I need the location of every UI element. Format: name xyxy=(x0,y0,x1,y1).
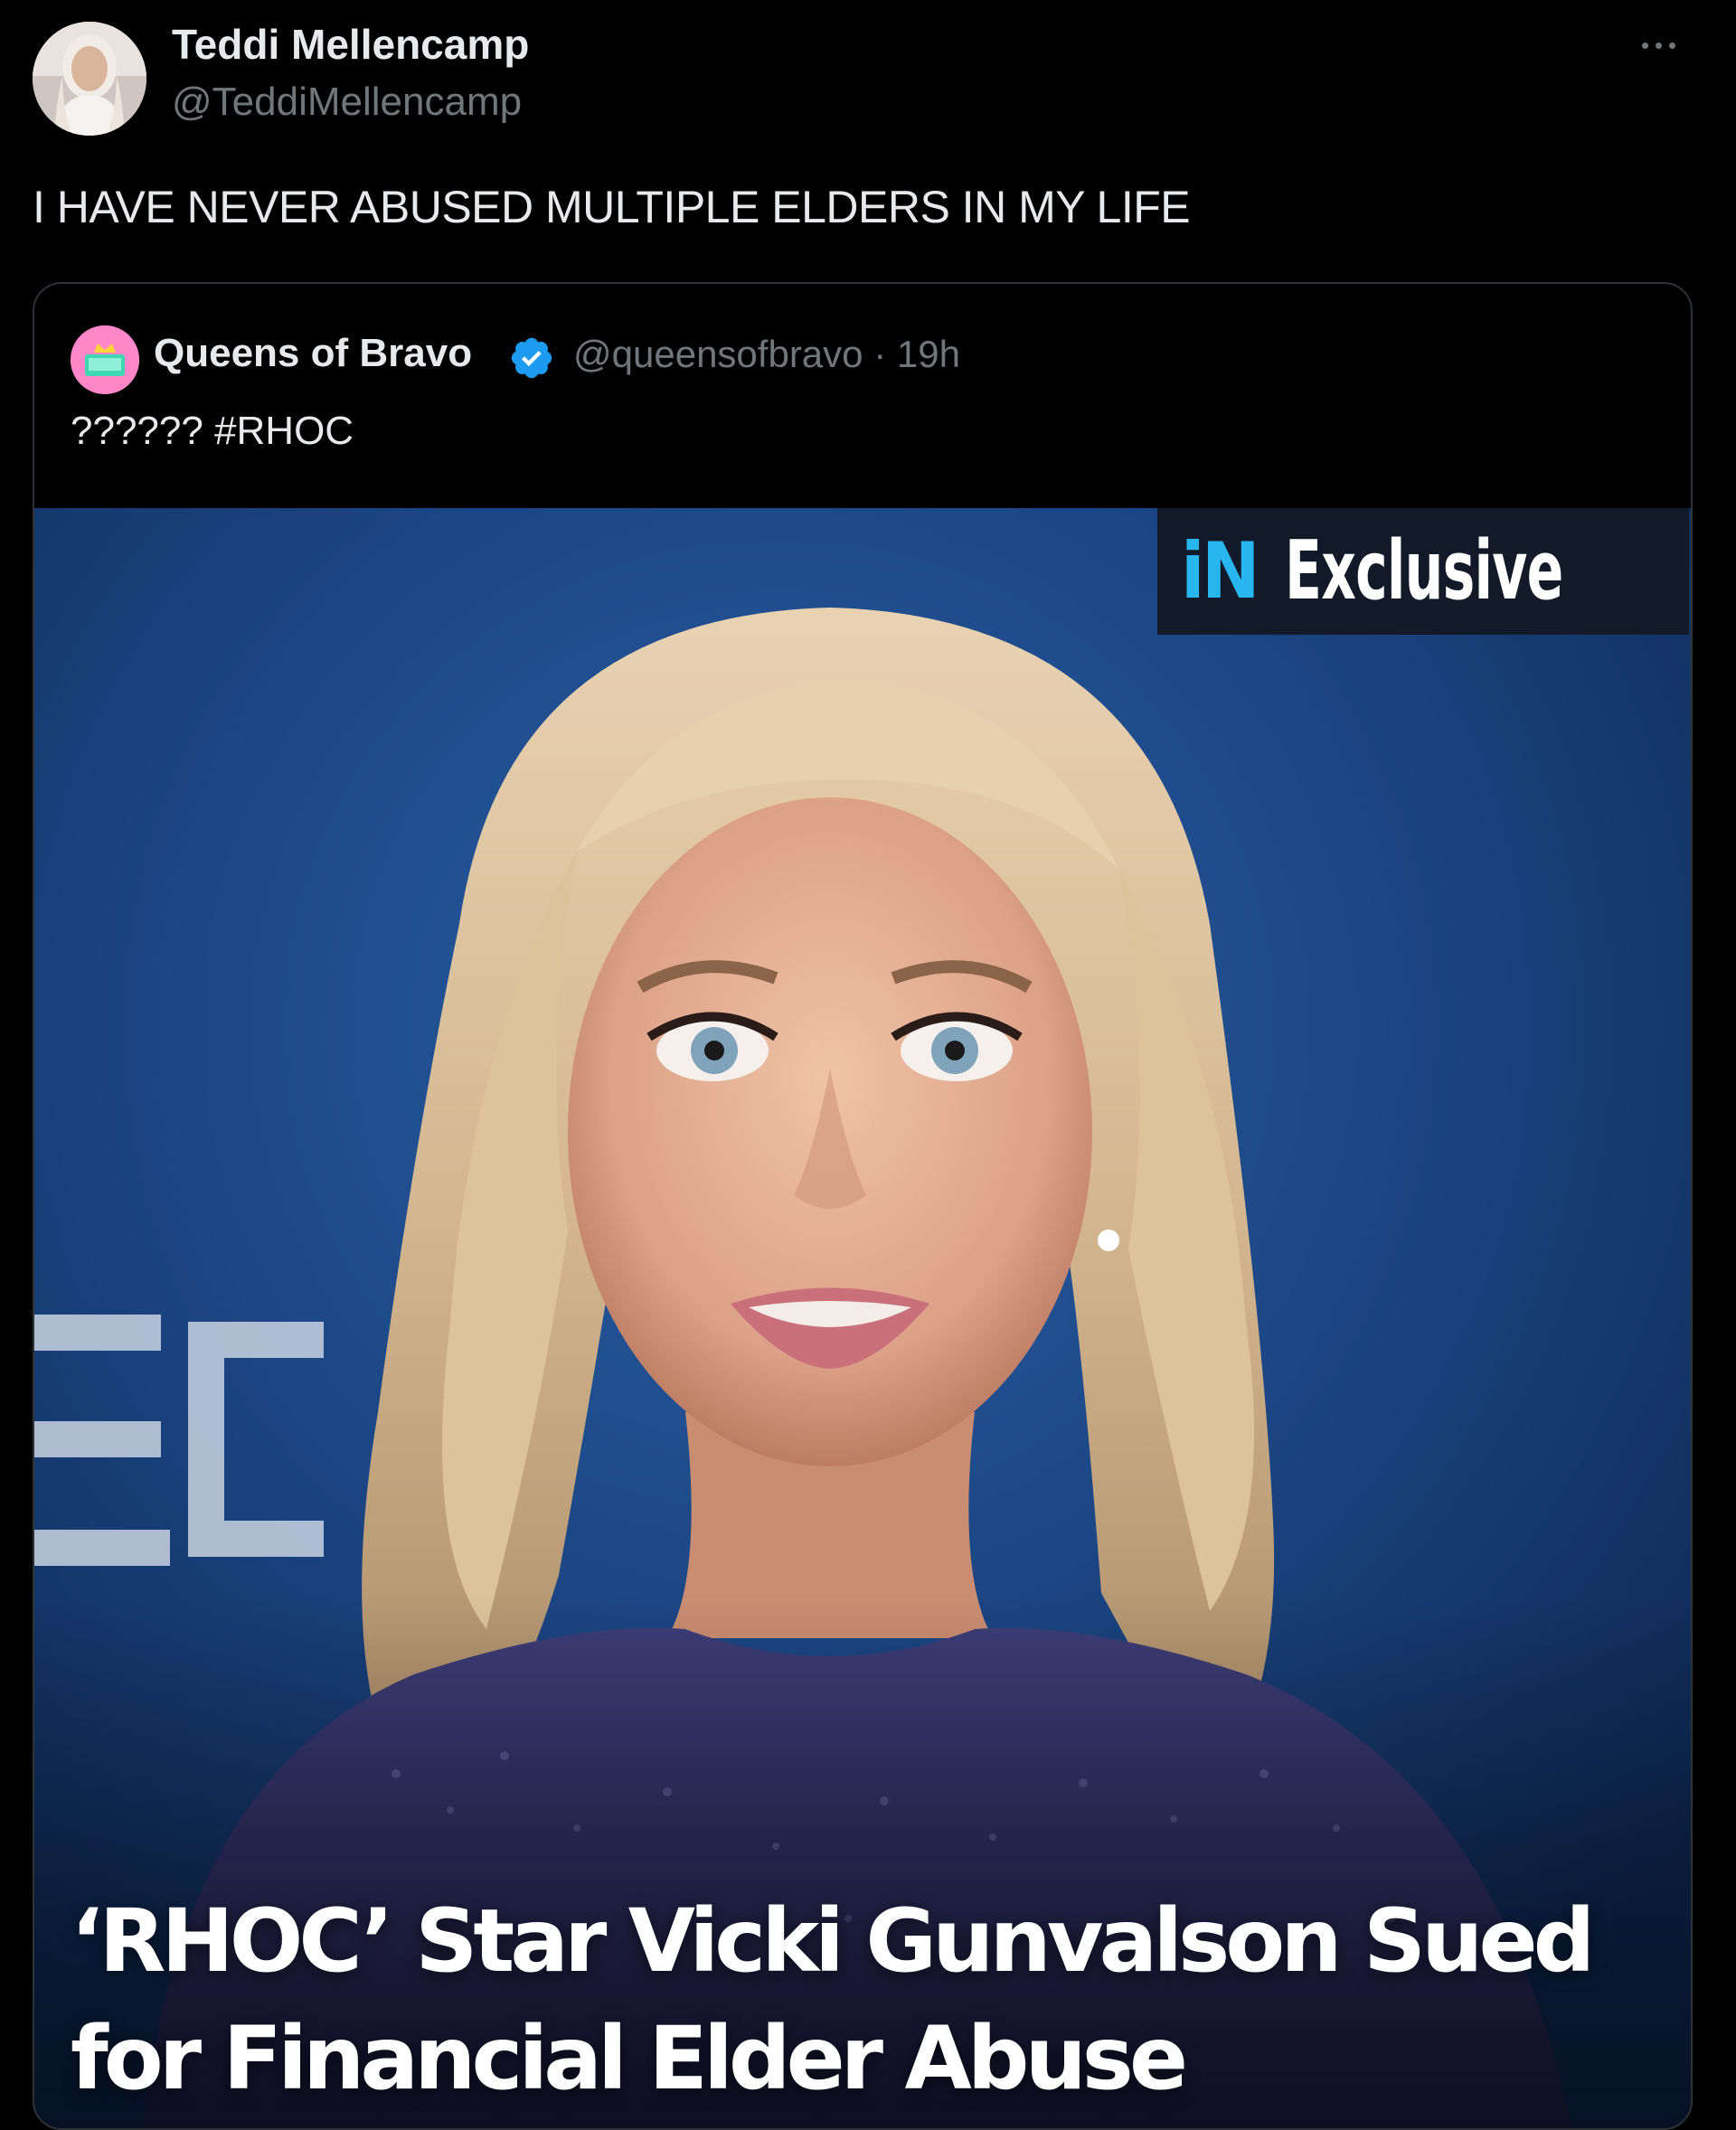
quoted-tweet-text: ?????? #RHOC xyxy=(71,409,354,453)
meta-separator: · xyxy=(873,333,887,375)
headline-line-1: ‘RHOC’ Star Vicki Gunvalson Sued xyxy=(71,1890,1595,1992)
in-exclusive-badge: iN Exclusive xyxy=(1157,508,1689,635)
quoted-timestamp[interactable]: 19h xyxy=(897,333,960,375)
quoted-author-handle[interactable]: @queensofbravo · 19h xyxy=(573,333,960,376)
quoted-tweet-image[interactable]: iN Exclusive ‘RHOC’ Star Vicki Gunvalson… xyxy=(34,508,1691,2128)
quoted-author-avatar[interactable] xyxy=(71,325,139,394)
more-horizontal-icon[interactable] xyxy=(1631,27,1685,63)
verified-badge-icon xyxy=(508,335,555,382)
author-avatar[interactable] xyxy=(33,22,146,136)
tweet-text: I HAVE NEVER ABUSED MULTIPLE ELDERS IN M… xyxy=(33,182,1191,232)
quoted-tweet-card[interactable]: Queens of Bravo @queensofbravo · 19h ???… xyxy=(33,282,1693,2130)
in-logo: iN xyxy=(1181,526,1260,617)
quoted-handle-text: @queensofbravo xyxy=(573,333,863,375)
headline-line-2: for Financial Elder Abuse xyxy=(71,2008,1188,2109)
exclusive-label: Exclusive xyxy=(1285,523,1563,618)
article-headline: ‘RHOC’ Star Vicki Gunvalson Sued for Fin… xyxy=(71,1882,1662,2117)
author-handle[interactable]: @TeddiMellencamp xyxy=(172,80,522,125)
quoted-author-name[interactable]: Queens of Bravo xyxy=(154,331,472,376)
author-name[interactable]: Teddi Mellencamp xyxy=(172,20,529,69)
